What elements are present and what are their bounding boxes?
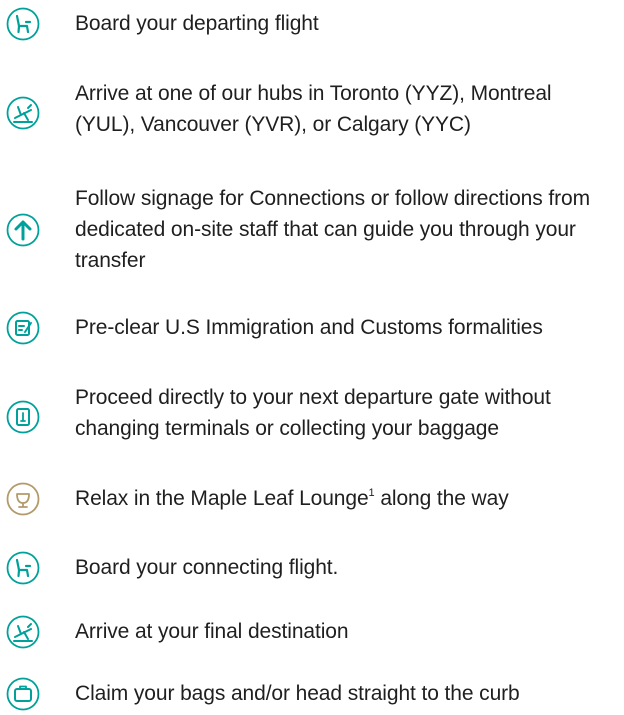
gate-icon: [6, 400, 40, 434]
customs-form-icon: [6, 311, 40, 345]
step-text: Claim your bags and/or head straight to …: [75, 682, 520, 705]
step-text: Board your connecting flight.: [75, 556, 339, 579]
list-item: Proceed directly to your next departure …: [0, 382, 624, 452]
plane-arrive-icon: [6, 96, 40, 130]
connection-steps-list: Board your departing flight Arrive at on…: [0, 0, 624, 715]
step-text: Board your departing flight: [75, 12, 319, 35]
step-text: Arrive at your final destination: [75, 620, 349, 643]
list-item: Pre-clear U.S Immigration and Customs fo…: [0, 308, 624, 348]
plane-arrive-icon: [6, 615, 40, 649]
step-text: Pre-clear U.S Immigration and Customs fo…: [75, 316, 543, 339]
step-text: Proceed directly to your next departure …: [75, 386, 551, 440]
list-item: Board your departing flight: [0, 4, 624, 44]
seat-icon: [6, 551, 40, 585]
baggage-icon: [6, 677, 40, 711]
step-text: Relax in the Maple Leaf Lounge1 along th…: [75, 483, 616, 514]
footnote-marker: 1: [368, 487, 375, 499]
list-item: Claim your bags and/or head straight to …: [0, 674, 624, 714]
arrow-up-icon: [6, 213, 40, 247]
step-text: Follow signage for Connections or follow…: [75, 187, 590, 272]
step-text-tail: along the way: [374, 487, 509, 510]
step-text: Arrive at one of our hubs in Toronto (YY…: [75, 82, 552, 136]
step-text-main: Relax in the Maple Leaf Lounge: [75, 487, 369, 510]
seat-icon: [6, 7, 40, 41]
list-item: Relax in the Maple Leaf Lounge1 along th…: [0, 479, 624, 519]
list-item: Board your connecting flight.: [0, 548, 624, 588]
list-item: Arrive at your final destination: [0, 612, 624, 652]
list-item: Follow signage for Connections or follow…: [0, 183, 624, 283]
lounge-icon: [6, 482, 40, 516]
list-item: Arrive at one of our hubs in Toronto (YY…: [0, 78, 624, 148]
